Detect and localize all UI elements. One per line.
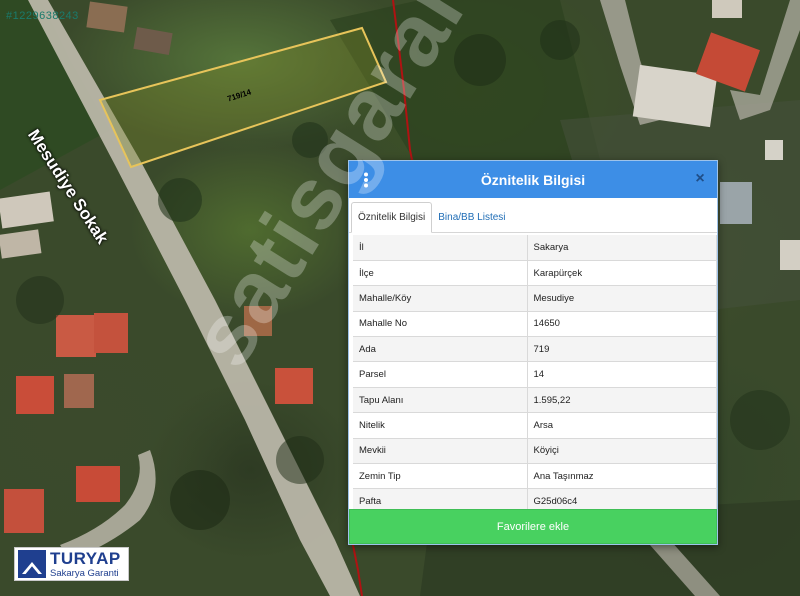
attribute-value: Köyiçi — [527, 438, 717, 465]
panel-tabs: Öznitelik Bilgisi Bina/BB Listesi — [349, 198, 717, 233]
attribute-value: 1.595,22 — [527, 387, 717, 414]
table-row: Ada 719 — [353, 336, 717, 363]
attribute-value: Sakarya — [527, 235, 717, 261]
attribute-info-panel: Öznitelik Bilgisi × Öznitelik Bilgisi Bi… — [348, 160, 718, 545]
attribute-value: 14 — [527, 361, 717, 388]
panel-menu-button[interactable] — [355, 169, 377, 191]
attribute-key: Mahalle/Köy — [353, 285, 528, 312]
close-icon: × — [695, 170, 705, 187]
table-row: Zemin Tip Ana Taşınmaz — [353, 463, 717, 490]
attribute-key: Mevkii — [353, 438, 528, 465]
panel-close-button[interactable]: × — [691, 170, 709, 188]
table-row: İl Sakarya — [353, 235, 717, 261]
tab-attribute-info[interactable]: Öznitelik Bilgisi — [351, 202, 433, 233]
table-row: Mevkii Köyiçi — [353, 438, 717, 465]
attribute-key: Mahalle No — [353, 311, 528, 338]
table-row: Parsel 14 — [353, 361, 717, 388]
add-to-favorites-button[interactable]: Favorilere ekle — [349, 509, 717, 544]
logo-subtitle: Sakarya Garanti — [50, 567, 119, 579]
attribute-value: Arsa — [527, 412, 717, 439]
turyap-logo-mark-icon — [18, 550, 46, 578]
attribute-key: Parsel — [353, 361, 528, 388]
attribute-table: İl Sakarya İlçe Karapürçek Mahalle/Köy M… — [353, 235, 717, 515]
attribute-value: Ana Taşınmaz — [527, 463, 717, 490]
attribute-key: İl — [353, 235, 528, 261]
table-row: Nitelik Arsa — [353, 412, 717, 439]
panel-title: Öznitelik Bilgisi — [480, 171, 586, 188]
attribute-key: Ada — [353, 336, 528, 363]
panel-header: Öznitelik Bilgisi × — [349, 161, 717, 198]
turyap-logo: TURYAP Sakarya Garanti — [14, 547, 129, 581]
attribute-key: İlçe — [353, 260, 528, 287]
tab-building-list[interactable]: Bina/BB Listesi — [432, 202, 511, 233]
logo-text: TURYAP Sakarya Garanti — [50, 550, 121, 579]
vertical-dots-icon — [364, 172, 368, 188]
attribute-key: Zemin Tip — [353, 463, 528, 490]
attribute-key: Nitelik — [353, 412, 528, 439]
attribute-key: Tapu Alanı — [353, 387, 528, 414]
map-coordinate-stamp: #1229638243 — [6, 10, 79, 22]
attribute-value: Karapürçek — [527, 260, 717, 287]
attribute-value: Mesudiye — [527, 285, 717, 312]
table-row: İlçe Karapürçek — [353, 260, 717, 287]
logo-brand: TURYAP — [50, 548, 121, 568]
attribute-value: 719 — [527, 336, 717, 363]
table-row: Mahalle/Köy Mesudiye — [353, 285, 717, 312]
table-row: Mahalle No 14650 — [353, 311, 717, 338]
attribute-value: 14650 — [527, 311, 717, 338]
table-row: Tapu Alanı 1.595,22 — [353, 387, 717, 414]
